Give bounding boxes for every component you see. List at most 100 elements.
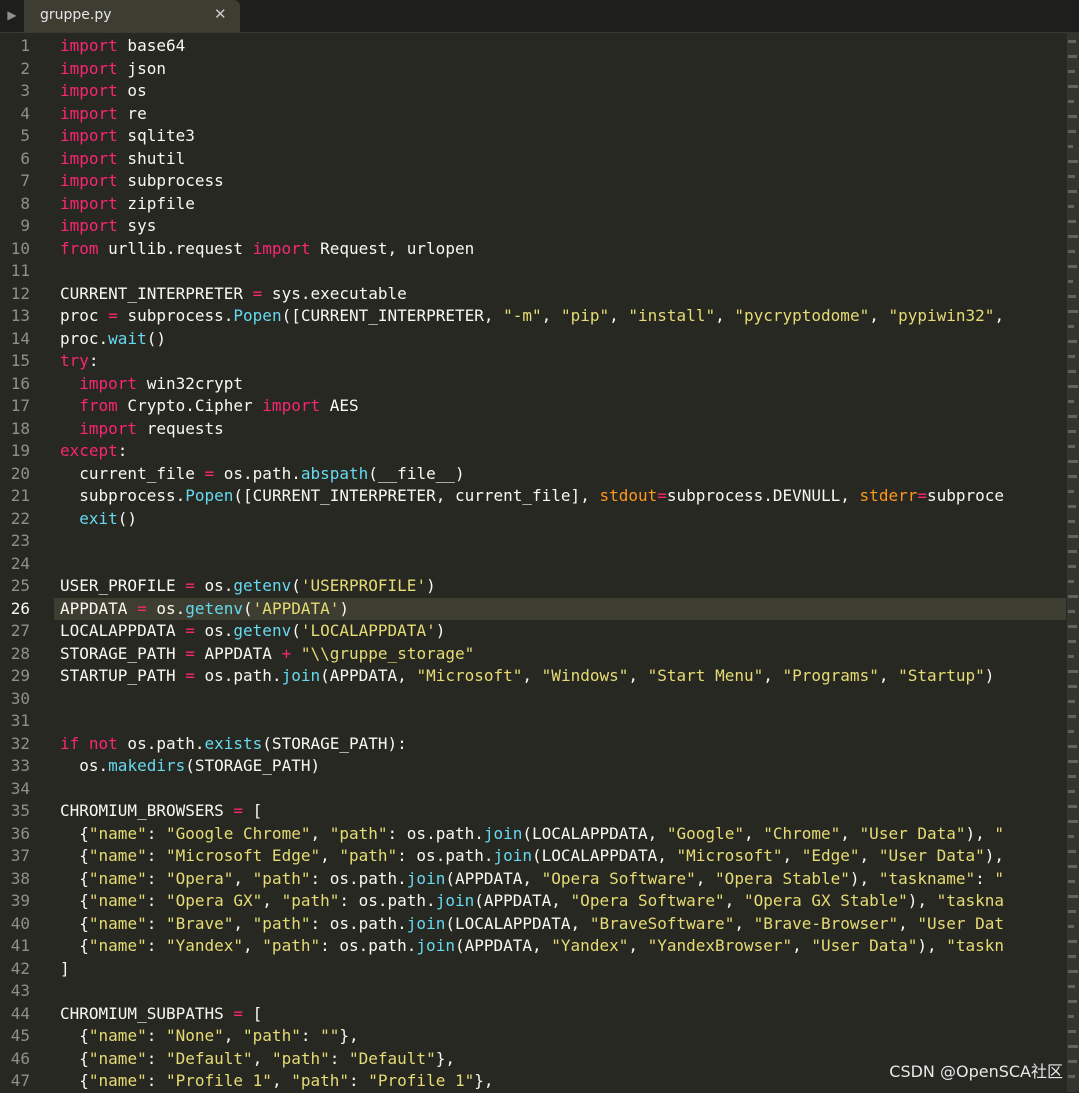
code-token: import [262,396,321,415]
watermark: CSDN @OpenSCA社区 [889,1062,1063,1081]
minimap-line [1068,940,1077,943]
minimap-line [1068,115,1077,118]
code-token: os.path. [117,733,205,753]
code-token: + [281,643,292,663]
minimap-line [1068,190,1077,193]
line-number: 28 [10,643,30,663]
minimap-line [1068,925,1074,928]
line-number: 34 [10,778,30,798]
code-token: : os.path. [387,823,484,843]
line-number: 18 [10,418,30,438]
minimap[interactable] [1066,32,1079,1092]
code-token: makedirs [108,756,186,775]
code-token: os [117,81,147,100]
line-number: 9 [20,216,30,235]
code-token: "name" [88,1048,147,1068]
minimap-line [1068,970,1078,973]
code-token: import [60,193,118,213]
code-token: : [146,1048,166,1068]
code-token: shutil [117,148,186,168]
code-token: "path" [291,1071,349,1090]
tab-gruppe-py[interactable]: gruppe.py ✕ [24,0,240,32]
minimap-line [1068,820,1078,823]
code-token: , [763,666,783,685]
code-token: , [252,1048,272,1068]
code-token: "pypiwin32" [888,306,995,325]
line-number: 27 [10,621,30,640]
minimap-line [1068,895,1078,898]
minimap-line [1068,130,1076,133]
minimap-line [1068,400,1074,403]
line-number: 41 [10,936,30,955]
code-token: , [782,846,802,865]
minimap-line [1068,850,1076,853]
code-token: () [117,508,138,528]
code-token: "Opera Software" [541,868,696,888]
code-token: join [435,891,475,910]
minimap-line [1068,865,1077,868]
code-token: (APPDATA, [454,936,552,955]
code-token: "User Data" [878,846,985,865]
code-token: }, [435,1048,455,1068]
line-number: 44 [10,1003,30,1023]
code-line: import zipfile [60,193,1067,216]
code-token: : [349,1071,369,1090]
code-token: : os.path. [339,891,436,910]
code-token: subproce [926,486,1005,505]
code-token: "name" [88,868,147,888]
code-token: "taskn [946,936,1005,955]
code-token: ) [984,666,995,685]
code-token: "Yandex" [551,936,629,955]
code-token: ] [60,958,70,978]
close-icon[interactable]: ✕ [214,5,227,23]
code-token: "YandexBrowser" [647,936,793,955]
code-token: ) [426,576,436,595]
code-token: import [79,418,138,438]
code-token: "Opera GX Stable" [743,891,908,910]
code-token: "Brave" [165,913,234,933]
code-token: Crypto.Cipher [117,396,263,415]
code-token: "name" [88,1026,147,1045]
code-token: ), [984,846,1005,865]
minimap-line [1068,385,1078,388]
minimap-line [1068,880,1075,883]
code-token: = [185,621,195,640]
code-token: "taskname" [878,868,976,888]
code-token: : [146,823,166,843]
code-token: { [60,1071,89,1090]
code-token: "name" [88,936,147,955]
code-token: "Start Menu" [647,666,764,685]
line-number: 21 [10,486,30,505]
code-token: requests [137,418,224,438]
code-editor[interactable]: import base64 import json import os import … [60,35,1067,1093]
sidebar-toggle-icon[interactable]: ▶ [0,0,24,30]
code-token: : [300,1026,321,1045]
code-token: ([CURRENT_INTERPRETER, current_file], [233,486,600,505]
minimap-line [1068,445,1075,448]
code-token: = [185,666,195,685]
code-token: ( [243,598,253,618]
code-token: "BraveSoftware" [589,913,735,933]
minimap-line [1068,100,1074,103]
code-token: , [994,306,1005,325]
code-token: abspath [300,463,369,483]
code-token: "pip" [560,306,610,325]
minimap-line [1068,175,1075,178]
minimap-line [1068,235,1078,238]
code-token: ), [965,823,995,843]
code-token: : [146,1026,166,1045]
minimap-line [1068,460,1078,463]
code-token: = [108,306,118,325]
code-token: = [185,576,195,595]
code-line: import base64 [60,35,1067,58]
code-token: wait [108,328,147,348]
minimap-line [1068,985,1075,988]
minimap-line [1068,355,1075,358]
code-line: import sqlite3 [60,125,1067,148]
minimap-line [1068,1030,1076,1033]
minimap-line [1068,295,1076,298]
code-token: "User Data" [811,936,918,955]
